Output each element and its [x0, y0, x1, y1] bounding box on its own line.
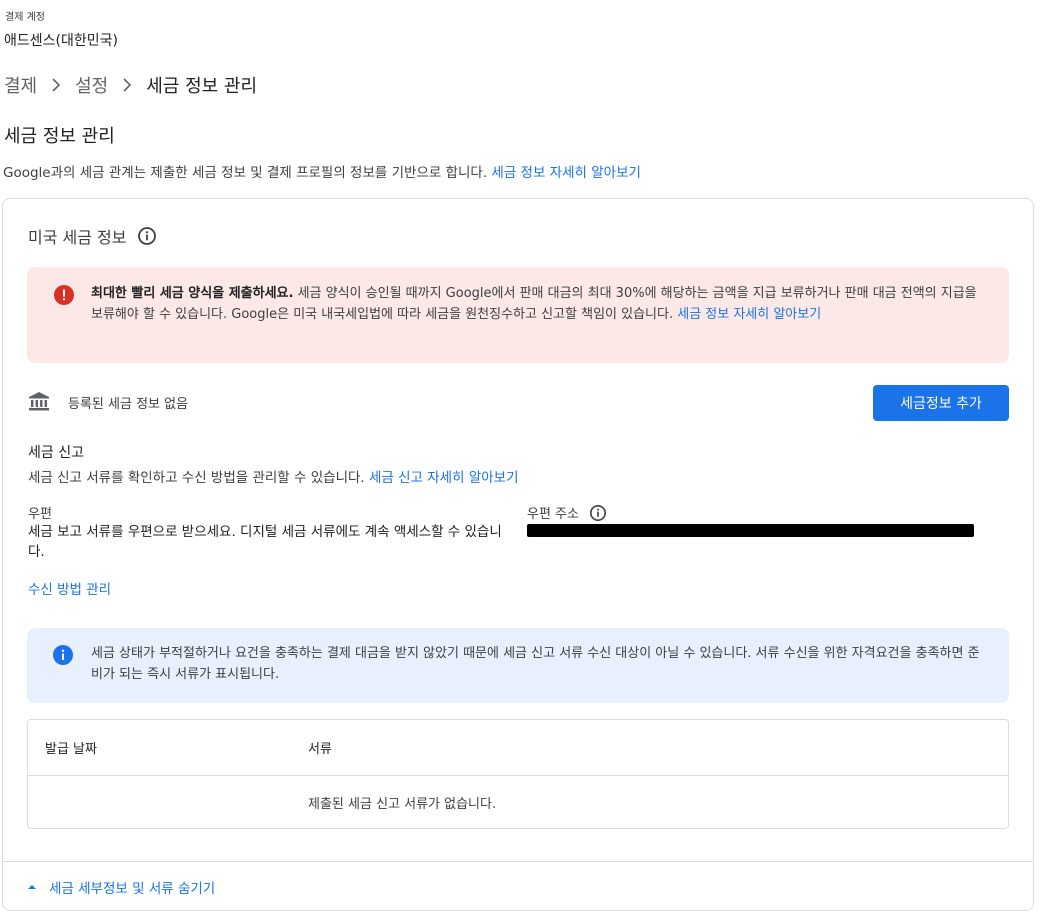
- mailing-address-label: 우편 주소: [527, 503, 607, 522]
- eligibility-info-text: 세금 상태가 부적절하거나 요건을 충족하는 결제 대금을 받지 않았기 때문에…: [91, 646, 980, 682]
- filing-desc-text: 세금 신고 서류를 확인하고 수신 방법을 관리할 수 있습니다.: [28, 470, 365, 486]
- chevron-right-icon: [122, 78, 132, 92]
- tax-form-alert-text: 최대한 빨리 세금 양식을 제출하세요. 세금 양식이 승인될 때까지 Goog…: [91, 283, 986, 325]
- chevron-right-icon: [51, 78, 61, 92]
- empty-table-message: 제출된 세금 신고 서류가 없습니다.: [308, 797, 497, 812]
- billing-account-name: 애드센스(대한민국): [4, 33, 118, 49]
- breadcrumb-billing[interactable]: 결제: [4, 72, 37, 98]
- us-tax-info-title-text: 미국 세금 정보: [28, 228, 127, 247]
- breadcrumb: 결제 설정 세금 정보 관리: [4, 72, 257, 98]
- intro-text: Google과의 세금 관계는 제출한 세금 정보 및 결제 프로필의 정보를 …: [3, 165, 488, 181]
- breadcrumb-current: 세금 정보 관리: [146, 76, 258, 97]
- add-tax-info-button[interactable]: 세금정보 추가: [873, 385, 1009, 421]
- tax-info-status: 등록된 세금 정보 없음: [68, 397, 189, 412]
- alert-learn-more-link[interactable]: 세금 정보 자세히 알아보기: [677, 307, 821, 322]
- column-header-issue-date[interactable]: 발급 날짜: [45, 738, 97, 757]
- error-icon: [54, 285, 74, 309]
- redacted-mailing-address: [527, 524, 974, 537]
- tax-filing-description: 세금 신고 서류를 확인하고 수신 방법을 관리할 수 있습니다. 세금 신고 …: [28, 466, 519, 486]
- filing-learn-more-link[interactable]: 세금 신고 자세히 알아보기: [369, 470, 519, 486]
- intro-learn-more-link[interactable]: 세금 정보 자세히 알아보기: [491, 165, 641, 181]
- mailing-address-label-text: 우편 주소: [527, 507, 579, 522]
- mail-description: 세금 보고 서류를 우편으로 받으세요. 디지털 세금 서류에도 계속 액세스할…: [28, 524, 502, 560]
- page-title: 세금 정보 관리: [4, 126, 115, 147]
- mail-label: 우편: [28, 507, 52, 522]
- info-outline-icon[interactable]: [137, 226, 157, 246]
- manage-delivery-link[interactable]: 수신 방법 관리: [28, 578, 111, 598]
- us-tax-info-title: 미국 세금 정보: [28, 224, 157, 248]
- bank-icon: [28, 391, 50, 415]
- info-outline-icon[interactable]: [589, 504, 607, 522]
- column-header-document[interactable]: 서류: [308, 738, 332, 757]
- hide-tax-details-toggle[interactable]: 세금 세부정보 및 서류 숨기기: [27, 877, 215, 897]
- arrow-up-icon: [27, 883, 37, 891]
- breadcrumb-settings[interactable]: 설정: [75, 72, 108, 98]
- billing-account-label: 결제 계정: [5, 12, 45, 23]
- card-divider: [3, 861, 1033, 862]
- alert-headline: 최대한 빨리 세금 양식을 제출하세요.: [91, 286, 294, 301]
- page-intro: Google과의 세금 관계는 제출한 세금 정보 및 결제 프로필의 정보를 …: [3, 161, 641, 181]
- info-filled-icon: [53, 645, 73, 669]
- tax-filing-title: 세금 신고: [28, 445, 84, 461]
- table-header-row: [28, 720, 1008, 776]
- hide-tax-details-label: 세금 세부정보 및 서류 숨기기: [49, 881, 216, 897]
